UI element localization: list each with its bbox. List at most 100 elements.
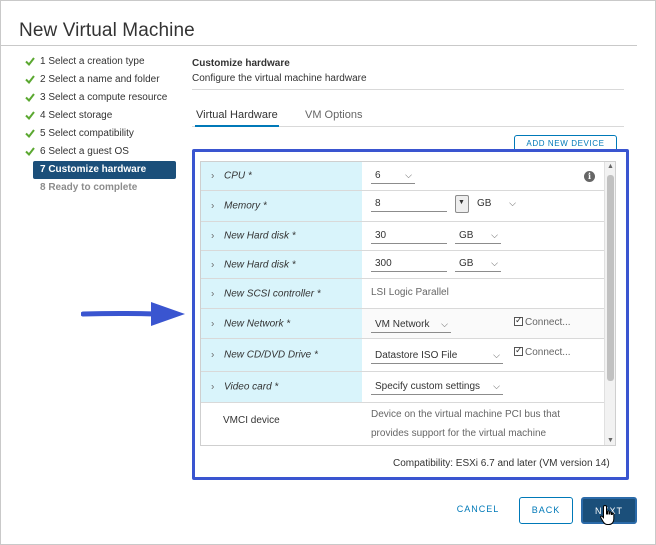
step-label: 5 Select compatibility [40,128,134,139]
row-name: New Network * [224,318,291,329]
tab-bar: Virtual Hardware VM Options [192,107,624,127]
hardware-table: › CPU * 6 ⌵ i › Memory * 8 ▼ GB ⌵ › New … [200,161,616,446]
cancel-button[interactable]: CANCEL [449,497,507,524]
step-label: 4 Select storage [40,110,113,121]
row-name-cell: › New CD/DVD Drive * [201,339,362,371]
caret-down-icon: ⌵ [491,258,498,268]
row-name-cell: › CPU * [201,162,362,190]
row-name: New SCSI controller * [224,288,321,299]
chevron-right-icon[interactable]: › [211,259,214,270]
step-1[interactable]: 1 Select a creation type [19,53,179,71]
memory-stepper[interactable]: ▼ [455,195,469,213]
check-icon [25,53,37,71]
step-label: 1 Select a creation type [40,56,145,67]
arrow-right-annotation [81,302,185,326]
scsi-type: LSI Logic Parallel [371,287,449,298]
scroll-up-icon[interactable]: ▲ [607,163,614,170]
memory-unit: GB [477,198,492,209]
step-8: 8 Ready to complete [19,179,179,197]
check-icon [25,107,37,125]
hardware-row-vmci: VMCI device Device on the virtual machin… [201,403,604,445]
hand-cursor-icon [600,504,615,525]
row-name-cell: › New Hard disk * [201,222,362,250]
hardware-row-hard-disk-1: › New Hard disk * 30 GB ⌵ [201,222,604,251]
checkbox-icon [514,315,523,326]
caret-down-icon: ⌵ [493,381,500,391]
cdrom-select[interactable]: Datastore ISO File ⌵ [371,349,503,364]
caret-down-icon: ⌵ [441,319,448,329]
content-divider [192,89,624,90]
memory-input[interactable]: 8 [371,197,447,212]
hardware-row-cd-dvd: › New CD/DVD Drive * Datastore ISO File … [201,339,604,372]
hardware-row-network: › New Network * VM Network ⌵ Connect... [201,309,604,339]
compatibility-text: Compatibility: ESXi 6.7 and later (VM ve… [393,458,610,469]
disk1-unit-select[interactable]: GB ⌵ [455,229,501,244]
hardware-row-scsi: › New SCSI controller * LSI Logic Parall… [201,279,604,309]
hardware-row-hard-disk-2: › New Hard disk * 300 GB ⌵ [201,251,604,279]
chevron-right-icon[interactable]: › [211,201,214,212]
disk2-unit-select[interactable]: GB ⌵ [455,257,501,272]
chevron-right-icon[interactable]: › [211,231,214,242]
memory-value: 8 [375,198,381,209]
cpu-value: 6 [375,170,381,181]
content-subtitle: Configure the virtual machine hardware [192,73,367,84]
row-name: VMCI device [223,415,280,426]
hardware-row-cpu: › CPU * 6 ⌵ i [201,162,604,191]
row-name: CPU * [224,170,252,182]
chevron-right-icon[interactable]: › [211,350,214,361]
caret-down-icon: ⌵ [405,170,412,180]
chevron-right-icon[interactable]: › [211,171,214,182]
row-name: New CD/DVD Drive * [224,349,318,361]
caret-down-icon: ▼ [458,199,465,206]
step-7-active[interactable]: 7 Customize hardware [33,161,176,179]
network-value: VM Network [375,319,430,330]
step-6[interactable]: 6 Select a guest OS [19,143,179,161]
row-name-cell: › New SCSI controller * [201,279,362,308]
cdrom-connect-checkbox[interactable]: Connect... [514,345,571,358]
step-5[interactable]: 5 Select compatibility [19,125,179,143]
step-label: 6 Select a guest OS [40,146,129,157]
disk1-unit: GB [459,230,474,241]
connect-label: Connect... [525,347,571,358]
step-4[interactable]: 4 Select storage [19,107,179,125]
back-button[interactable]: BACK [519,497,573,524]
disk1-value: 30 [375,230,387,241]
table-scrollbar[interactable]: ▲ ▼ [604,162,615,445]
step-3[interactable]: 3 Select a compute resource [19,89,179,107]
content-title: Customize hardware [192,58,290,69]
row-name: New Hard disk * [224,259,296,270]
connect-label: Connect... [525,317,571,328]
cpu-select[interactable]: 6 ⌵ [371,169,415,184]
disk2-unit: GB [459,258,474,269]
vmci-description-line-2: provides support for the virtual machine [371,428,547,439]
step-2[interactable]: 2 Select a name and folder [19,71,179,89]
info-icon[interactable]: i [584,171,595,182]
chevron-right-icon[interactable]: › [211,382,214,393]
memory-unit-select[interactable]: GB ⌵ [473,197,519,212]
chevron-right-icon[interactable]: › [211,288,214,299]
caret-down-icon: ⌵ [509,198,516,208]
network-select[interactable]: VM Network ⌵ [371,318,451,333]
disk2-size-input[interactable]: 300 [371,257,447,272]
cdrom-value: Datastore ISO File [375,350,458,361]
checkbox-icon [514,345,523,356]
caret-down-icon: ⌵ [493,350,500,360]
check-icon [25,71,37,89]
video-value: Specify custom settings [375,381,481,392]
caret-down-icon: ⌵ [491,230,498,240]
dialog-title: New Virtual Machine [19,20,195,41]
disk1-size-input[interactable]: 30 [371,229,447,244]
hardware-row-video-card: › Video card * Specify custom settings ⌵ [201,372,604,403]
row-name: New Hard disk * [224,230,296,242]
title-divider [1,45,637,46]
chevron-right-icon[interactable]: › [211,318,214,329]
video-card-select[interactable]: Specify custom settings ⌵ [371,380,503,395]
check-icon [25,143,37,161]
tab-virtual-hardware[interactable]: Virtual Hardware [195,107,279,127]
network-connect-checkbox[interactable]: Connect... [514,315,571,328]
row-name: Video card * [224,381,279,393]
tab-vm-options[interactable]: VM Options [305,107,362,127]
scrollbar-thumb[interactable] [607,175,614,381]
vmci-description-line-1: Device on the virtual machine PCI bus th… [371,409,560,420]
scroll-down-icon[interactable]: ▼ [607,437,614,444]
